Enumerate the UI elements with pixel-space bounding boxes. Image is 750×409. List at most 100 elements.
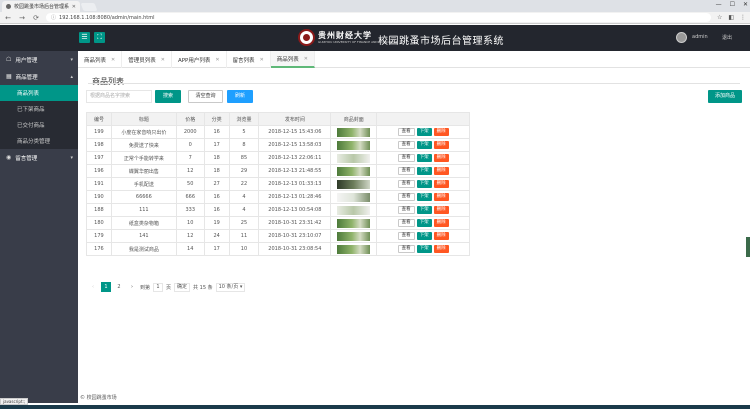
tab-admin-list[interactable]: 管理员列表 ✕ [122, 51, 172, 68]
close-icon[interactable]: ✕ [72, 4, 76, 10]
search-button[interactable]: 搜索 [155, 90, 181, 103]
add-goods-button[interactable]: 添加商品 [708, 90, 742, 103]
cell-views: 25 [228, 216, 260, 230]
username[interactable]: admin [692, 34, 708, 40]
back-icon[interactable]: ← [4, 14, 12, 22]
sidebar-item-goods-list[interactable]: 商品列表 [0, 85, 78, 101]
cover-image[interactable] [337, 153, 371, 163]
logout-link[interactable]: 退出 [722, 34, 732, 41]
menu-icon[interactable]: ⋮ [740, 14, 746, 21]
cell-id: 179 [86, 229, 112, 243]
close-icon[interactable]: ✕ [304, 56, 308, 62]
delete-button[interactable]: 删除 [433, 141, 449, 149]
sidebar-item-categories[interactable]: 商品分类管理 [0, 133, 78, 149]
page-button[interactable]: 2 [114, 282, 124, 292]
view-button[interactable]: 查看 [397, 245, 415, 253]
close-icon[interactable]: ✕ [161, 57, 165, 63]
cell-id: 180 [86, 216, 112, 230]
cover-image[interactable] [337, 218, 371, 228]
sidebar-item-offshelf[interactable]: 已下架商品 [0, 101, 78, 117]
delete-button[interactable]: 删除 [433, 245, 449, 253]
delete-button[interactable]: 删除 [433, 219, 449, 227]
view-button[interactable]: 查看 [397, 154, 415, 162]
cell-cover [330, 177, 378, 191]
offshelf-button[interactable]: 下架 [416, 128, 432, 136]
close-window-icon[interactable]: ✕ [743, 1, 748, 8]
tab-messages[interactable]: 留言列表 ✕ [227, 51, 271, 68]
view-button[interactable]: 查看 [397, 193, 415, 201]
offshelf-button[interactable]: 下架 [416, 180, 432, 188]
offshelf-button[interactable]: 下架 [416, 167, 432, 175]
view-button[interactable]: 查看 [397, 206, 415, 214]
delete-button[interactable]: 删除 [433, 180, 449, 188]
offshelf-button[interactable]: 下架 [416, 219, 432, 227]
goto-page-input[interactable]: 1 [153, 282, 164, 292]
maximize-icon[interactable]: ☐ [730, 1, 735, 8]
view-button[interactable]: 查看 [397, 219, 415, 227]
tab-app-users[interactable]: APP用户列表 ✕ [172, 51, 227, 68]
cover-image[interactable] [337, 127, 371, 137]
view-button[interactable]: 查看 [397, 128, 415, 136]
delete-button[interactable]: 删除 [433, 206, 449, 214]
cover-image[interactable] [337, 140, 371, 150]
search-input[interactable]: 根据商品名字搜索 [86, 90, 152, 103]
goto-confirm-button[interactable]: 确定 [174, 282, 191, 292]
offshelf-button[interactable]: 下架 [416, 141, 432, 149]
cover-image[interactable] [337, 166, 371, 176]
cover-image[interactable] [337, 231, 371, 241]
sidebar-group-users[interactable]: ☖ 用户管理 ▾ [0, 51, 78, 68]
forward-icon[interactable]: → [18, 14, 26, 22]
tab-goods-list-active[interactable]: 商品列表 ✕ [270, 51, 315, 68]
sidebar-item-delivered[interactable]: 已交付商品 [0, 117, 78, 133]
tab-goods-list[interactable]: 商品列表 ✕ [78, 51, 123, 68]
close-icon[interactable]: ✕ [215, 57, 219, 63]
refresh-button[interactable]: 刷新 [227, 90, 253, 103]
sidebar-group-messages[interactable]: ◉ 留言管理 ▾ [0, 149, 78, 166]
page-button-current[interactable]: 1 [101, 282, 111, 292]
new-tab-button[interactable] [80, 3, 98, 11]
offshelf-button[interactable]: 下架 [416, 245, 432, 253]
close-icon[interactable]: ✕ [260, 57, 264, 63]
next-page-button[interactable]: › [127, 282, 137, 292]
cell-views: 10 [228, 242, 260, 256]
extension-icon[interactable]: ◧ [728, 14, 734, 21]
offshelf-button[interactable]: 下架 [416, 206, 432, 214]
view-button[interactable]: 查看 [397, 232, 415, 240]
cell-title: 我是测试商品 [110, 242, 177, 256]
url-input[interactable]: ⓘ 192.168.1.108:8080/admin/main.html [46, 13, 711, 22]
cell-cat: 16 [203, 125, 230, 139]
toggle-sidebar-button[interactable]: ☰ [79, 32, 90, 43]
offshelf-button[interactable]: 下架 [416, 154, 432, 162]
cell-title: 免费送了快来 [110, 138, 177, 152]
sidebar-group-goods[interactable]: ▦ 商品管理 ▴ [0, 68, 78, 85]
offshelf-button[interactable]: 下架 [416, 232, 432, 240]
clear-query-button[interactable]: 清空查询 [188, 90, 223, 103]
bookmark-icon[interactable]: ☆ [717, 14, 722, 21]
cell-title: 纸盒类杂物箱 [110, 216, 177, 230]
offshelf-button[interactable]: 下架 [416, 193, 432, 201]
view-button[interactable]: 查看 [397, 167, 415, 175]
delete-button[interactable]: 删除 [433, 128, 449, 136]
view-button[interactable]: 查看 [397, 141, 415, 149]
cover-image[interactable] [337, 179, 371, 189]
browser-tab[interactable]: 校园跳蚤市场后台管理系 ✕ [2, 1, 80, 12]
minimize-icon[interactable]: — [716, 1, 722, 8]
cover-image[interactable] [337, 205, 371, 215]
close-icon[interactable]: ✕ [111, 57, 115, 63]
delete-button[interactable]: 删除 [433, 154, 449, 162]
page-size-select[interactable]: 10 条/页 ▾ [215, 282, 246, 292]
table-row: 180 纸盒类杂物箱 10 19 25 2018-10-31 23:31:42 查看 下架 删除 [86, 216, 470, 230]
cover-image[interactable] [337, 244, 371, 254]
scroll-handle[interactable] [746, 237, 750, 257]
delete-button[interactable]: 删除 [433, 193, 449, 201]
goods-icon: ▦ [6, 73, 12, 80]
prev-page-button[interactable]: ‹ [88, 282, 98, 292]
cell-actions: 查看 下架 删除 [376, 216, 470, 230]
cover-image[interactable] [337, 192, 371, 202]
delete-button[interactable]: 删除 [433, 167, 449, 175]
delete-button[interactable]: 删除 [433, 232, 449, 240]
avatar[interactable] [676, 32, 687, 43]
fullscreen-button[interactable]: ⛶ [94, 32, 105, 43]
view-button[interactable]: 查看 [397, 180, 415, 188]
reload-icon[interactable]: ⟳ [32, 14, 40, 22]
